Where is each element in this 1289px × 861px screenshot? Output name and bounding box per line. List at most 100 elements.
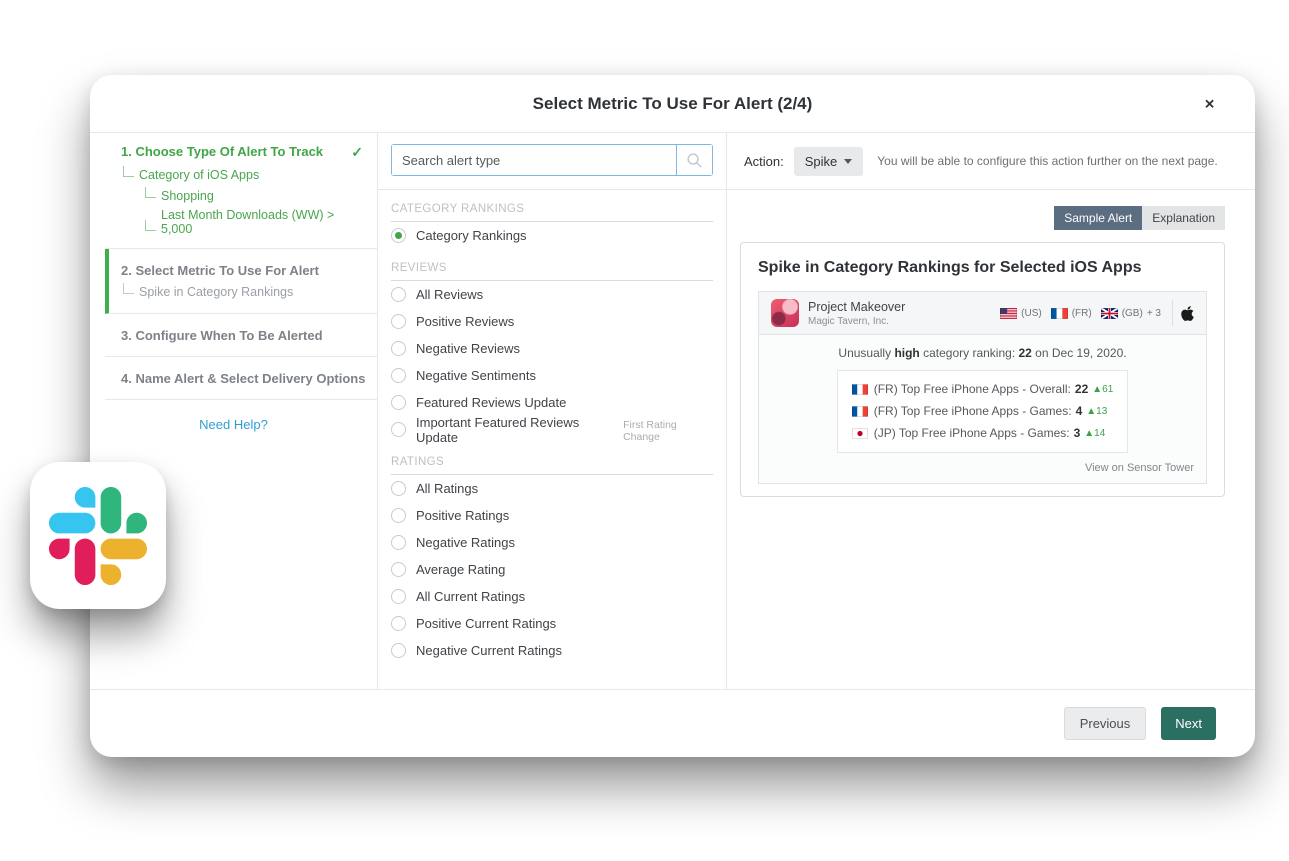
metric-option[interactable]: Negative Reviews [391, 335, 713, 362]
modal-header: Select Metric To Use For Alert (2/4) ✕ [90, 75, 1255, 133]
rankings-box: (FR) Top Free iPhone Apps - Overall: 22 … [837, 370, 1129, 453]
tree-elbow-icon [145, 220, 156, 231]
search-button[interactable] [676, 145, 712, 175]
metric-option[interactable]: Negative Sentiments [391, 362, 713, 389]
fr-flag-icon [852, 406, 868, 417]
app-name: Project Makeover [808, 300, 905, 314]
action-label: Action: [744, 154, 784, 169]
previous-button[interactable]: Previous [1064, 707, 1147, 740]
step-1-grandchild: Last Month Downloads (WW) > 5,000 [143, 208, 367, 236]
metric-option-label: Positive Ratings [416, 508, 509, 523]
app-header-row: Project Makeover Magic Tavern, Inc. [759, 292, 1206, 335]
metric-option[interactable]: Negative Ratings [391, 529, 713, 556]
step-2-child-label: Spike in Category Rankings [139, 285, 293, 299]
app-publisher: Magic Tavern, Inc. [808, 316, 905, 327]
ranking-text: (FR) Top Free iPhone Apps - Overall: [874, 382, 1071, 396]
radio-icon[interactable] [391, 368, 406, 383]
tab-sample-alert[interactable]: Sample Alert [1054, 206, 1142, 230]
radio-icon[interactable] [391, 481, 406, 496]
metric-option[interactable]: All Ratings [391, 475, 713, 502]
check-icon: ✓ [351, 144, 363, 161]
tree-elbow-icon [145, 187, 156, 198]
radio-icon[interactable] [391, 508, 406, 523]
metric-option[interactable]: Negative Current Ratings [391, 637, 713, 664]
summary-text: Unusually [838, 346, 894, 360]
search-input[interactable] [392, 145, 676, 175]
need-help-link[interactable]: Need Help? [90, 417, 377, 432]
country-us-label: (US) [1021, 308, 1042, 319]
ranking-text: (JP) Top Free iPhone Apps - Games: [874, 426, 1070, 440]
metric-option[interactable]: Category Rankings [391, 222, 713, 249]
radio-icon[interactable] [391, 314, 406, 329]
alert-summary: Unusually high category ranking: 22 on D… [771, 346, 1194, 360]
modal-footer: Previous Next [90, 689, 1255, 756]
metric-option-label: All Current Ratings [416, 589, 525, 604]
metric-option[interactable]: Positive Ratings [391, 502, 713, 529]
summary-bold: high [894, 346, 919, 360]
summary-text: category ranking: [920, 346, 1019, 360]
section-ratings: RATINGS [391, 456, 713, 475]
more-countries: + 3 [1147, 308, 1161, 319]
ranking-value: 4 [1076, 404, 1083, 418]
preview-tabs: Sample Alert Explanation [740, 206, 1225, 230]
gb-flag-icon [1101, 308, 1118, 319]
metric-option[interactable]: All Current Ratings [391, 583, 713, 610]
step-4-block[interactable]: 4. Name Alert & Select Delivery Options [105, 357, 377, 400]
action-bar: Action: Spike You will be able to config… [727, 133, 1255, 190]
app-names: Project Makeover Magic Tavern, Inc. [808, 300, 905, 327]
radio-selected-icon[interactable] [391, 228, 406, 243]
metric-option[interactable]: Important Featured Reviews Update First … [391, 416, 713, 443]
view-on-sensor-tower-link[interactable]: View on Sensor Tower [771, 462, 1194, 474]
radio-icon[interactable] [391, 562, 406, 577]
step-1-block[interactable]: 1. Choose Type Of Alert To Track ✓ Categ… [105, 133, 377, 249]
next-button[interactable]: Next [1161, 707, 1216, 740]
step-4-title: 4. Name Alert & Select Delivery Options [121, 371, 367, 386]
country-gb: (GB) [1101, 308, 1143, 319]
radio-icon[interactable] [391, 395, 406, 410]
jp-flag-icon [852, 428, 868, 439]
caret-down-icon [844, 159, 852, 164]
step-2-block[interactable]: 2. Select Metric To Use For Alert Spike … [105, 249, 377, 314]
summary-text: on Dec 19, 2020. [1032, 346, 1127, 360]
step-3-block[interactable]: 3. Configure When To Be Alerted [105, 314, 377, 357]
metric-option-label: Featured Reviews Update [416, 395, 566, 410]
radio-icon[interactable] [391, 643, 406, 658]
radio-icon[interactable] [391, 616, 406, 631]
metric-list-column: CATEGORY RANKINGS Category Rankings REVI… [377, 133, 727, 689]
step-1-grandchild: Shopping [143, 187, 367, 203]
metric-option[interactable]: Average Rating [391, 556, 713, 583]
modal-title: Select Metric To Use For Alert (2/4) [533, 94, 813, 114]
app-icon [771, 299, 799, 327]
close-icon[interactable]: ✕ [1204, 97, 1215, 110]
radio-icon[interactable] [391, 589, 406, 604]
metric-option-label: Positive Reviews [416, 314, 514, 329]
step-2-child: Spike in Category Rankings [121, 283, 367, 299]
radio-icon[interactable] [391, 422, 406, 437]
fr-flag-icon [852, 384, 868, 395]
action-dropdown[interactable]: Spike [794, 147, 864, 176]
step-1-title: 1. Choose Type Of Alert To Track ✓ [121, 144, 367, 161]
step-4-label: 4. Name Alert & Select Delivery Options [121, 371, 365, 386]
preview-panel: Sample Alert Explanation Spike in Catego… [727, 190, 1255, 497]
country-us: (US) [1000, 308, 1042, 319]
divider [1172, 300, 1173, 326]
tree-elbow-icon [123, 283, 134, 294]
metric-option[interactable]: Positive Reviews [391, 308, 713, 335]
ranking-row: (JP) Top Free iPhone Apps - Games: 3 ▲14 [852, 422, 1114, 444]
search-box [391, 144, 713, 176]
metric-option-label: Positive Current Ratings [416, 616, 556, 631]
tab-explanation[interactable]: Explanation [1142, 206, 1225, 230]
radio-icon[interactable] [391, 535, 406, 550]
step-1-grandchild-label: Shopping [161, 189, 214, 203]
metric-option[interactable]: Positive Current Ratings [391, 610, 713, 637]
country-gb-label: (GB) [1122, 308, 1143, 319]
radio-icon[interactable] [391, 287, 406, 302]
ranking-row: (FR) Top Free iPhone Apps - Games: 4 ▲13 [852, 400, 1114, 422]
metric-option[interactable]: All Reviews [391, 281, 713, 308]
modal-body: 1. Choose Type Of Alert To Track ✓ Categ… [90, 133, 1255, 689]
slack-logo-card [30, 462, 166, 609]
radio-icon[interactable] [391, 341, 406, 356]
rank-up-delta: ▲61 [1092, 383, 1113, 395]
metric-option[interactable]: Featured Reviews Update [391, 389, 713, 416]
section-reviews: REVIEWS [391, 262, 713, 281]
